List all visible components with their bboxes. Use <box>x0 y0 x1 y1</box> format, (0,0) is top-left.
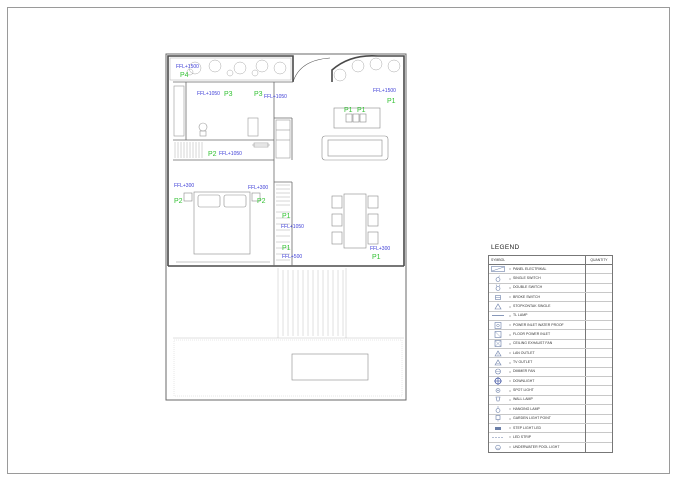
panel-icon <box>489 265 507 274</box>
lan-outlet-icon <box>489 349 507 358</box>
legend-label: TL LAMP <box>513 311 586 321</box>
legend-label: GARDEN LIGHT POINT <box>513 414 586 424</box>
socket-single-icon <box>489 302 507 311</box>
legend-row: = DOUBLE SWITCH <box>489 283 612 294</box>
level-label: FFL+1050 <box>197 91 220 97</box>
legend-label: DOUBLE SWITCH <box>513 283 586 293</box>
legend-label: LAN OUTLET <box>513 348 586 358</box>
legend-label: FLOOR POWER INLET <box>513 330 586 340</box>
legend-label: CEILING EXHAUST FAN <box>513 339 586 349</box>
legend-row: = WALL LAMP <box>489 395 612 406</box>
level-label: FFL+1500 <box>176 64 199 70</box>
point-label: P1 <box>357 107 366 114</box>
legend-row: = TV OUTLET <box>489 358 612 368</box>
legend-col-quantity: QUANTITY <box>590 258 608 262</box>
wall-lamp-icon <box>489 395 507 404</box>
dimmer-fan-icon <box>489 367 507 376</box>
garden-light-icon <box>489 414 507 423</box>
legend-label: HANGING LAMP <box>513 404 586 414</box>
step-light-icon <box>489 424 507 433</box>
legend-label: SPOT LIGHT <box>513 386 586 396</box>
level-label: FFL+300 <box>370 246 390 252</box>
double-switch-icon <box>489 283 507 292</box>
legend-row: = FLOOR POWER INLET <box>489 330 612 340</box>
tl-lamp-icon <box>489 311 507 320</box>
legend-label: UNDERWATER POOL LIGHT <box>513 442 586 452</box>
legend-label: PANEL ELECTRIKAL <box>513 264 586 274</box>
point-label: P2 <box>174 198 183 205</box>
legend-rows: = PANEL ELECTRIKAL = SINGLE SWITCH = DOUBLE… <box>489 264 612 452</box>
legend-row: = STOPKONTAK SINGLE <box>489 302 612 312</box>
point-label: P4 <box>180 72 189 79</box>
point-label: P2 <box>208 151 217 158</box>
spot-light-icon <box>489 386 507 395</box>
legend-row: = LED STRIP <box>489 432 612 443</box>
level-label: FFL+1050 <box>219 151 242 157</box>
terrace-deck <box>173 268 404 397</box>
point-label: P1 <box>344 107 353 114</box>
interior-partitions <box>173 81 293 266</box>
legend-label: DIMMER FAN <box>513 367 586 377</box>
hanging-lamp-icon <box>489 405 507 414</box>
exhaust-fan-icon <box>489 339 507 348</box>
level-label: FFL+300 <box>248 185 268 191</box>
legend-row: = DOWNLIGHT <box>489 376 612 387</box>
bedroom-furniture <box>176 191 270 263</box>
level-label: FFL+1050 <box>281 224 304 230</box>
living-furniture <box>321 107 389 249</box>
legend-label: WALL LAMP <box>513 395 586 405</box>
point-label: P3 <box>254 91 263 98</box>
legend: LEGEND SYMBOL QUANTITY = PANEL ELECTRIKAL… <box>488 243 613 453</box>
broke-switch-icon <box>489 293 507 302</box>
point-label: P1 <box>282 213 291 220</box>
legend-label: DOWNLIGHT <box>513 376 586 386</box>
point-label: P1 <box>387 98 396 105</box>
legend-label: STOPKONTAK SINGLE <box>513 302 586 312</box>
level-label: FFL+300 <box>174 183 194 189</box>
legend-table: SYMBOL QUANTITY = PANEL ELECTRIKAL = SINGL… <box>488 255 613 453</box>
level-label: FFL+1500 <box>373 88 396 94</box>
power-inlet-waterproof-icon <box>489 321 507 330</box>
planter-strip <box>169 57 401 82</box>
downlight-icon <box>489 377 507 386</box>
legend-row: = DIMMER FAN <box>489 367 612 378</box>
legend-row: = UNDERWATER POOL LIGHT <box>489 442 612 452</box>
level-label: FFL+500 <box>282 254 302 260</box>
legend-row: = PANEL ELECTRIKAL <box>489 264 612 275</box>
point-label: P3 <box>224 91 233 98</box>
pool-light-icon <box>489 443 507 452</box>
legend-row: = TL LAMP <box>489 311 612 322</box>
legend-label: TV OUTLET <box>513 358 586 368</box>
legend-row: = POWER INLET WATER PROOF <box>489 320 612 331</box>
legend-row: = HANGING LAMP <box>489 404 612 415</box>
point-label: P1 <box>372 254 381 261</box>
building-walls <box>167 54 405 267</box>
single-switch-icon <box>489 274 507 283</box>
legend-col-symbol: SYMBOL <box>489 256 586 264</box>
legend-label: STEP LIGHT LED <box>513 423 586 433</box>
level-label: FFL+1050 <box>264 94 287 100</box>
led-strip-icon <box>489 433 507 442</box>
legend-label: POWER INLET WATER PROOF <box>513 320 586 330</box>
point-label: P1 <box>282 245 291 252</box>
legend-header: SYMBOL QUANTITY <box>489 256 612 265</box>
legend-label: LED STRIP <box>513 432 586 442</box>
legend-row: = LAN OUTLET <box>489 348 612 359</box>
tv-outlet-icon <box>489 358 507 367</box>
legend-row: = SPOT LIGHT <box>489 386 612 396</box>
legend-label: SINGLE SWITCH <box>513 274 586 284</box>
legend-row: = CEILING EXHAUST FAN <box>489 339 612 350</box>
level-labels: FFL+1500 FFL+1500 FFL+1050 FFL+1050 FFL+… <box>174 64 396 260</box>
legend-title: LEGEND <box>491 244 520 251</box>
point-labels: P4 P3 P3 P1 P1 P1 P2 P2 P2 P1 P1 P1 <box>174 72 396 261</box>
legend-row: = STEP LIGHT LED <box>489 423 612 434</box>
point-label: P2 <box>257 198 266 205</box>
legend-row: = GARDEN LIGHT POINT <box>489 414 612 424</box>
legend-row: = BROKE SWITCH <box>489 292 612 303</box>
legend-row: = SINGLE SWITCH <box>489 274 612 284</box>
floor-power-inlet-icon <box>489 330 507 339</box>
legend-label: BROKE SWITCH <box>513 292 586 302</box>
